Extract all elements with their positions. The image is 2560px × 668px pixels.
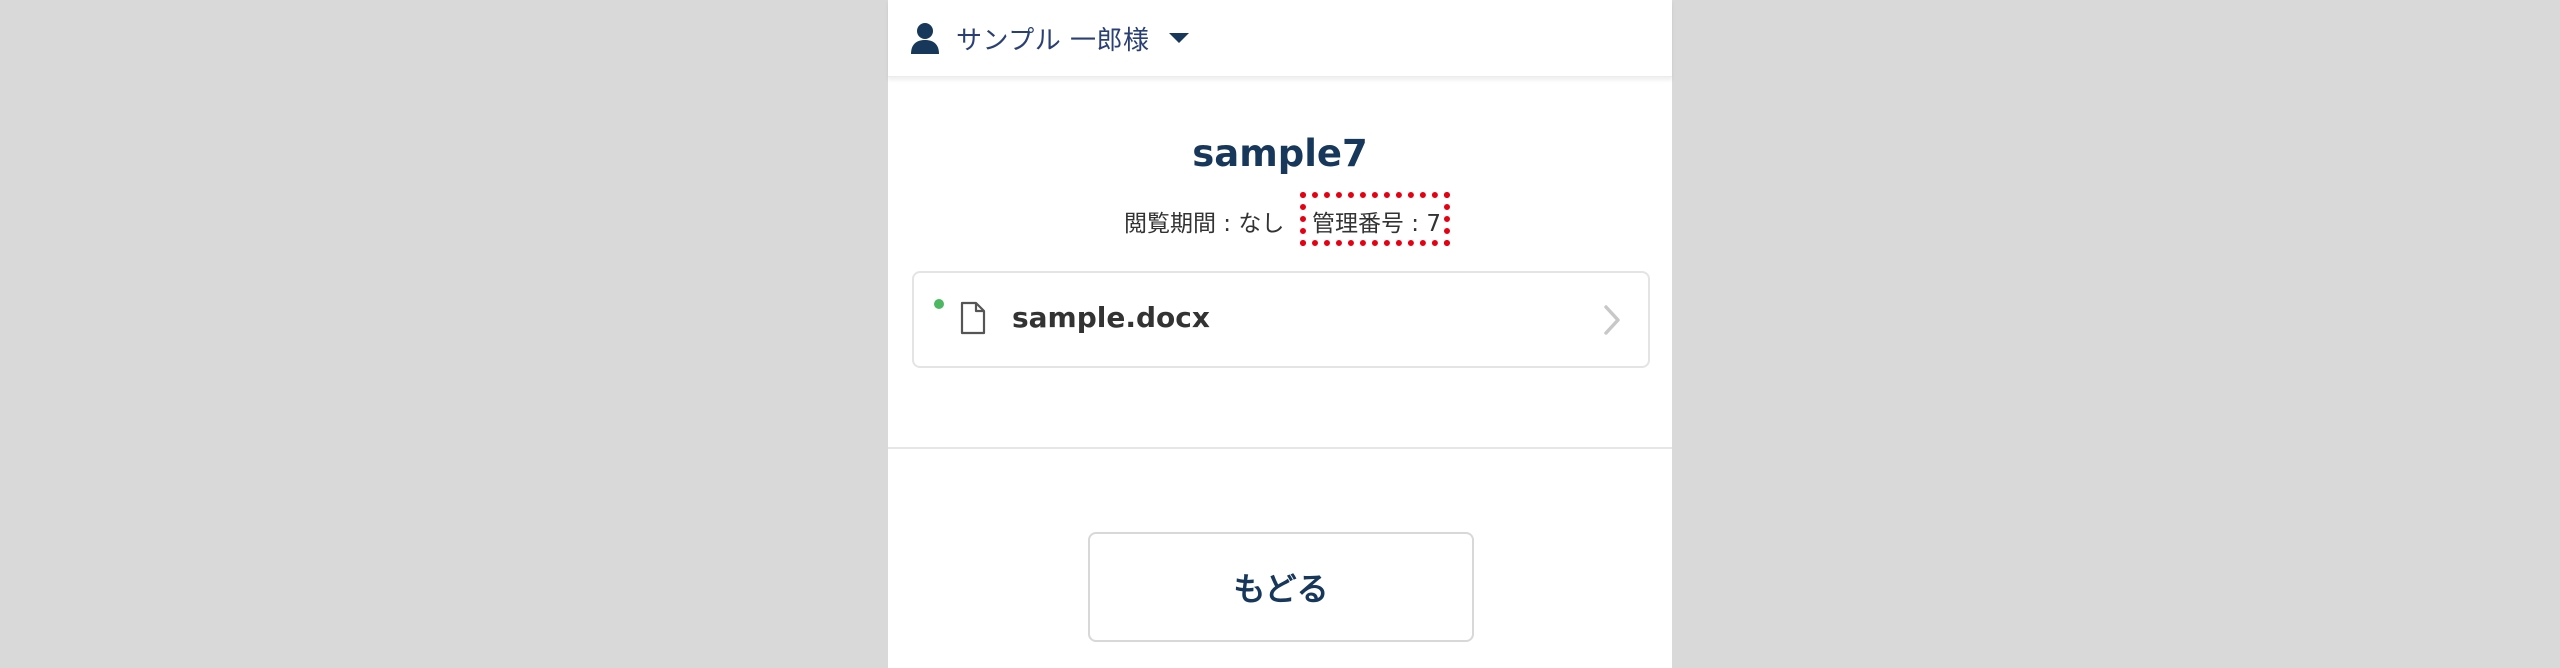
file-list-item[interactable]: sample.docx: [912, 271, 1650, 368]
main-panel: サンプル 一郎様 sample7 閲覧期間 : なし 管理番号 : 7 samp…: [888, 0, 1672, 668]
caret-down-icon: [1168, 31, 1190, 45]
file-name: sample.docx: [1012, 301, 1210, 334]
meta-period: 閲覧期間 : なし: [1124, 211, 1285, 237]
user-name: サンプル 一郎様: [956, 25, 1150, 56]
user-icon: [908, 21, 942, 55]
page-title: sample7: [1192, 132, 1368, 175]
status-dot: [934, 299, 944, 309]
chevron-right-icon: [1602, 303, 1622, 337]
meta-manage-number: 管理番号 : 7: [1312, 211, 1442, 237]
divider: [888, 447, 1672, 449]
file-icon: [958, 301, 988, 335]
header-bar: サンプル 一郎様: [888, 0, 1672, 77]
user-menu[interactable]: サンプル 一郎様: [908, 18, 1190, 58]
back-button[interactable]: もどる: [1088, 532, 1474, 642]
